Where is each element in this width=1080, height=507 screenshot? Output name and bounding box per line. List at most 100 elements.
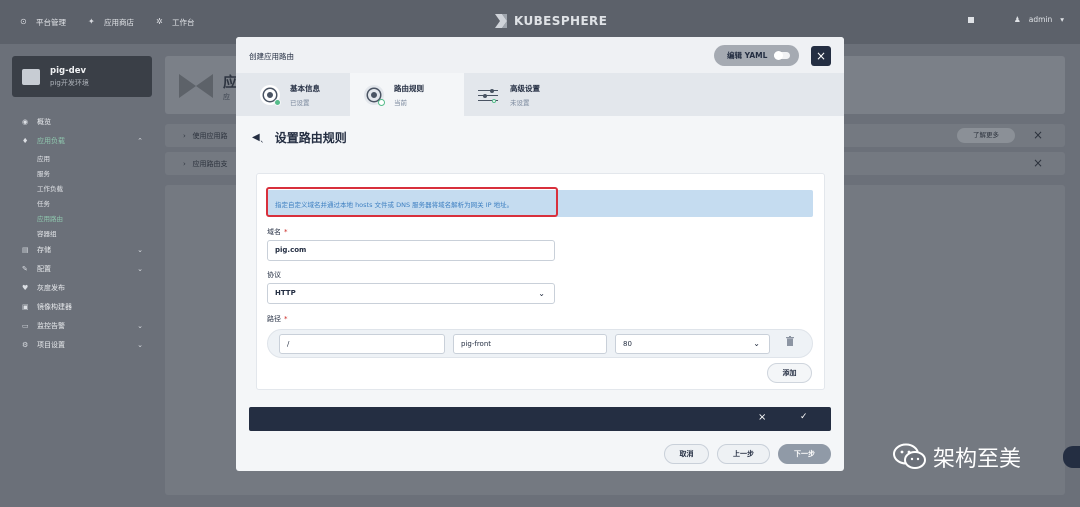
sidebar-item-label: 灰度发布 [37,283,65,292]
tip-row-label: › 使用应用路 [183,132,228,140]
rule-confirm-bar: × ✓ [249,407,831,431]
sidebar-item-config[interactable]: ✎ 配置 ⌄ [0,259,165,278]
grayscale-icon: ♥ [22,283,29,292]
cancel-rule-icon[interactable]: × [758,412,766,423]
page-subtitle: 应 [223,93,230,101]
monitor-icon: ▭ [22,321,29,330]
route-rule-form: 指定自定义域名并通过本地 hosts 文件或 DNS 服务器将域名解析为网关 I… [256,173,825,390]
previous-step-button[interactable]: 上一步 [717,444,770,464]
modal-close-button[interactable]: × [811,46,831,66]
storage-icon: ▤ [22,245,29,254]
sidebar-subitem-routes[interactable]: 应用路由 [0,210,165,225]
project-selector[interactable]: pig-dev pig开发环境 [12,56,152,97]
project-description: pig开发环境 [50,78,89,87]
domain-label-text: 域名 [267,228,281,236]
sidebar-subitem-pods[interactable]: 容器组 [0,225,165,240]
wizard-steps: 基本信息 已设置 路由规则 当前 高级设置 未设置 [236,73,844,116]
step-status: 当前 [394,98,407,107]
sidebar-item-image-builder[interactable]: ▣ 镜像构建器 [0,297,165,316]
top-nav: ⊙ 平台管理 ✦ 应用商店 ✲ 工作台 [20,17,217,28]
chevron-up-icon: ⌃ [137,136,143,145]
step-label: 高级设置 [510,83,540,93]
sidebar-item-label: 配置 [37,264,51,273]
sidebar-item-label: 项目设置 [37,340,65,349]
tip-row-text: 应用路由支 [192,160,228,168]
page-title: 应 [223,75,237,91]
step-route-rules[interactable]: 路由规则 当前 [350,73,464,116]
step-status: 未设置 [510,98,530,107]
edit-yaml-label: 编辑 YAML [727,51,768,60]
add-path-button[interactable]: 添加 [767,363,812,383]
step-complete-icon [274,98,281,106]
project-icon [22,68,40,85]
sidebar-item-label: 概览 [37,117,51,126]
next-step-button[interactable]: 下一步 [778,444,831,464]
tip-row-text: 使用应用路 [192,132,228,140]
domain-label: 域名 * [267,227,288,237]
kubesphere-logo-icon [495,14,507,28]
path-label: 路径 * [267,314,288,324]
back-arrow-icon[interactable]: ◀ˎ [252,132,265,143]
service-input[interactable]: pig-front [453,334,607,354]
step-advanced-settings[interactable]: 高级设置 未设置 [464,73,584,116]
sidebar-item-label: 应用负载 [37,136,65,145]
sidebar-item-storage[interactable]: ▤ 存储 ⌄ [0,240,165,259]
sidebar-subitem-apps[interactable]: 应用 [0,150,165,165]
sidebar-item-workloads[interactable]: ♦ 应用负载 ⌃ [0,131,165,150]
notification-icon[interactable] [968,16,974,23]
path-input[interactable]: / [279,334,445,354]
step-icon [260,84,281,106]
sidebar-item-monitoring[interactable]: ▭ 监控告警 ⌄ [0,316,165,335]
sidebar-item-overview[interactable]: ◉ 概览 [0,112,165,131]
nav-platform-management[interactable]: ⊙ 平台管理 [20,17,66,28]
nav-app-store[interactable]: ✦ 应用商店 [88,17,134,28]
sidebar-subitem-workloads[interactable]: 工作负载 [0,180,165,195]
kubesphere-logo[interactable]: KUBESPHERE [493,13,607,29]
sidebar-item-label: 镜像构建器 [37,302,72,311]
protocol-select[interactable]: HTTP ⌄ [267,283,555,304]
workload-icon: ♦ [22,136,29,145]
sliders-icon [478,87,500,103]
sidebar-item-label: 存储 [37,245,51,254]
close-icon[interactable]: × [1033,128,1043,142]
learn-more-button[interactable]: 了解更多 [957,128,1015,143]
step-icon [364,84,385,106]
step-basic-info[interactable]: 基本信息 已设置 [236,73,350,116]
port-select[interactable]: 80 ⌄ [615,334,770,354]
toggle-switch-icon [774,51,790,60]
sidebar-item-project-settings[interactable]: ⚙ 项目设置 ⌄ [0,335,165,354]
sidebar-menu: ◉ 概览 ♦ 应用负载 ⌃ 应用 服务 工作负载 任务 应用路由 容器组 ▤ 存… [0,112,165,354]
settings-icon: ⚙ [22,340,29,349]
project-name: pig-dev [50,65,87,76]
user-name[interactable]: admin [1029,15,1053,24]
user-icon: ♟ [1014,15,1021,24]
close-icon[interactable]: × [1033,156,1043,170]
confirm-rule-icon[interactable]: ✓ [800,412,808,422]
nav-workbench[interactable]: ✲ 工作台 [156,17,195,28]
port-value: 80 [623,340,632,348]
step-status: 已设置 [290,98,310,107]
protocol-label: 协议 [267,271,281,279]
edit-yaml-toggle[interactable]: 编辑 YAML [714,45,799,66]
chevron-down-icon: ⌄ [538,289,545,298]
domain-input[interactable]: pig.com [267,240,555,261]
protocol-value: HTTP [275,289,296,297]
dashboard-icon: ✲ [156,17,163,26]
trash-icon[interactable] [786,336,794,346]
wechat-icon [893,443,926,469]
sidebar-subitem-services[interactable]: 服务 [0,165,165,180]
cancel-button[interactable]: 取消 [664,444,709,464]
store-icon: ✦ [88,17,95,26]
chevron-down-icon: ⌄ [137,340,143,349]
modal-title: 创建应用路由 [249,52,294,61]
caret-down-icon[interactable]: ▾ [1060,15,1064,24]
top-right-tools: ♟ admin ▾ [968,15,1064,24]
nav-label: 平台管理 [36,17,66,27]
route-icon [179,74,213,98]
sidebar: pig-dev pig开发环境 ◉ 概览 ♦ 应用负载 ⌃ 应用 服务 工作负载… [0,44,165,507]
side-help-tab[interactable] [1063,446,1080,468]
sidebar-item-grayscale[interactable]: ♥ 灰度发布 [0,278,165,297]
sidebar-subitem-jobs[interactable]: 任务 [0,195,165,210]
highlight-annotation-box [266,187,558,217]
nav-label: 工作台 [172,17,195,27]
